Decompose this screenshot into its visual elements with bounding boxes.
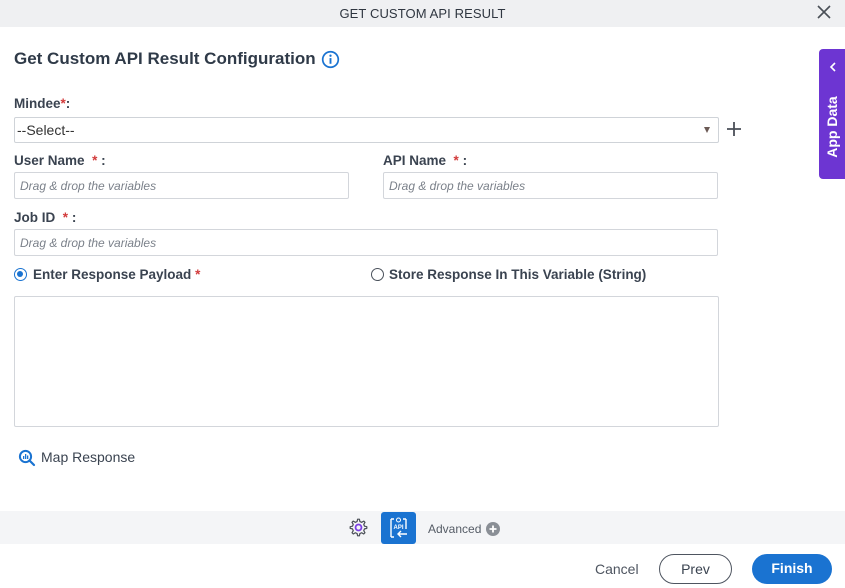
mindee-label-text: Mindee	[14, 96, 61, 111]
store-response-variable-radio[interactable]	[371, 268, 384, 281]
app-data-tab[interactable]: App Data	[819, 49, 845, 179]
response-payload-textarea[interactable]	[14, 296, 719, 427]
enter-response-payload-text: Enter Response Payload	[33, 267, 192, 282]
job-id-label: Job ID * :	[14, 210, 76, 225]
prev-button[interactable]: Prev	[659, 554, 732, 584]
finish-button[interactable]: Finish	[752, 554, 832, 584]
advanced-label[interactable]: Advanced	[428, 522, 481, 536]
bottom-toolbar	[0, 511, 845, 544]
enter-response-payload-label[interactable]: Enter Response Payload *	[33, 267, 200, 282]
api-name-label: API Name * :	[383, 153, 467, 168]
job-id-placeholder: Drag & drop the variables	[20, 236, 157, 250]
svg-text:API: API	[393, 525, 403, 531]
required-mark: *	[195, 267, 201, 282]
job-id-input[interactable]: Drag & drop the variables	[14, 229, 718, 256]
user-name-label-text: User Name	[14, 153, 85, 168]
label-colon: :	[462, 153, 468, 168]
user-name-input[interactable]: Drag & drop the variables	[14, 172, 349, 199]
api-name-input[interactable]: Drag & drop the variables	[383, 172, 718, 199]
plus-icon[interactable]	[725, 120, 743, 138]
mindee-label: Mindee*:	[14, 96, 70, 111]
user-name-label: User Name * :	[14, 153, 106, 168]
enter-response-payload-radio[interactable]	[14, 268, 27, 281]
required-mark: *	[92, 153, 98, 168]
mindee-select-value: --Select--	[17, 122, 75, 138]
dropdown-caret-icon	[704, 127, 710, 133]
title-bar: GET CUSTOM API RESULT	[0, 0, 845, 27]
job-id-label-text: Job ID	[14, 210, 56, 225]
plus-circle-icon[interactable]	[486, 522, 500, 536]
close-icon[interactable]	[815, 3, 833, 21]
cancel-button[interactable]: Cancel	[595, 561, 639, 577]
api-button[interactable]: API	[381, 512, 416, 544]
label-colon: :	[65, 96, 71, 111]
store-response-variable-label[interactable]: Store Response In This Variable (String)	[389, 267, 646, 282]
label-colon: :	[101, 153, 106, 168]
chevron-left-icon	[829, 62, 836, 72]
api-icon: API	[390, 517, 407, 538]
mindee-select[interactable]: --Select--	[14, 117, 719, 143]
info-icon[interactable]	[321, 50, 340, 69]
api-name-placeholder: Drag & drop the variables	[389, 179, 526, 193]
required-mark: *	[62, 210, 69, 225]
window-title: GET CUSTOM API RESULT	[339, 6, 506, 21]
required-mark: *	[453, 153, 459, 168]
user-name-placeholder: Drag & drop the variables	[20, 179, 157, 193]
api-name-label-text: API Name	[383, 153, 447, 168]
label-colon: :	[71, 210, 77, 225]
gear-icon[interactable]	[348, 517, 369, 538]
page-title: Get Custom API Result Configuration	[14, 49, 316, 68]
app-data-label: App Data	[824, 96, 840, 158]
map-response-link[interactable]: Map Response	[41, 449, 135, 465]
map-response-icon[interactable]	[18, 449, 36, 467]
